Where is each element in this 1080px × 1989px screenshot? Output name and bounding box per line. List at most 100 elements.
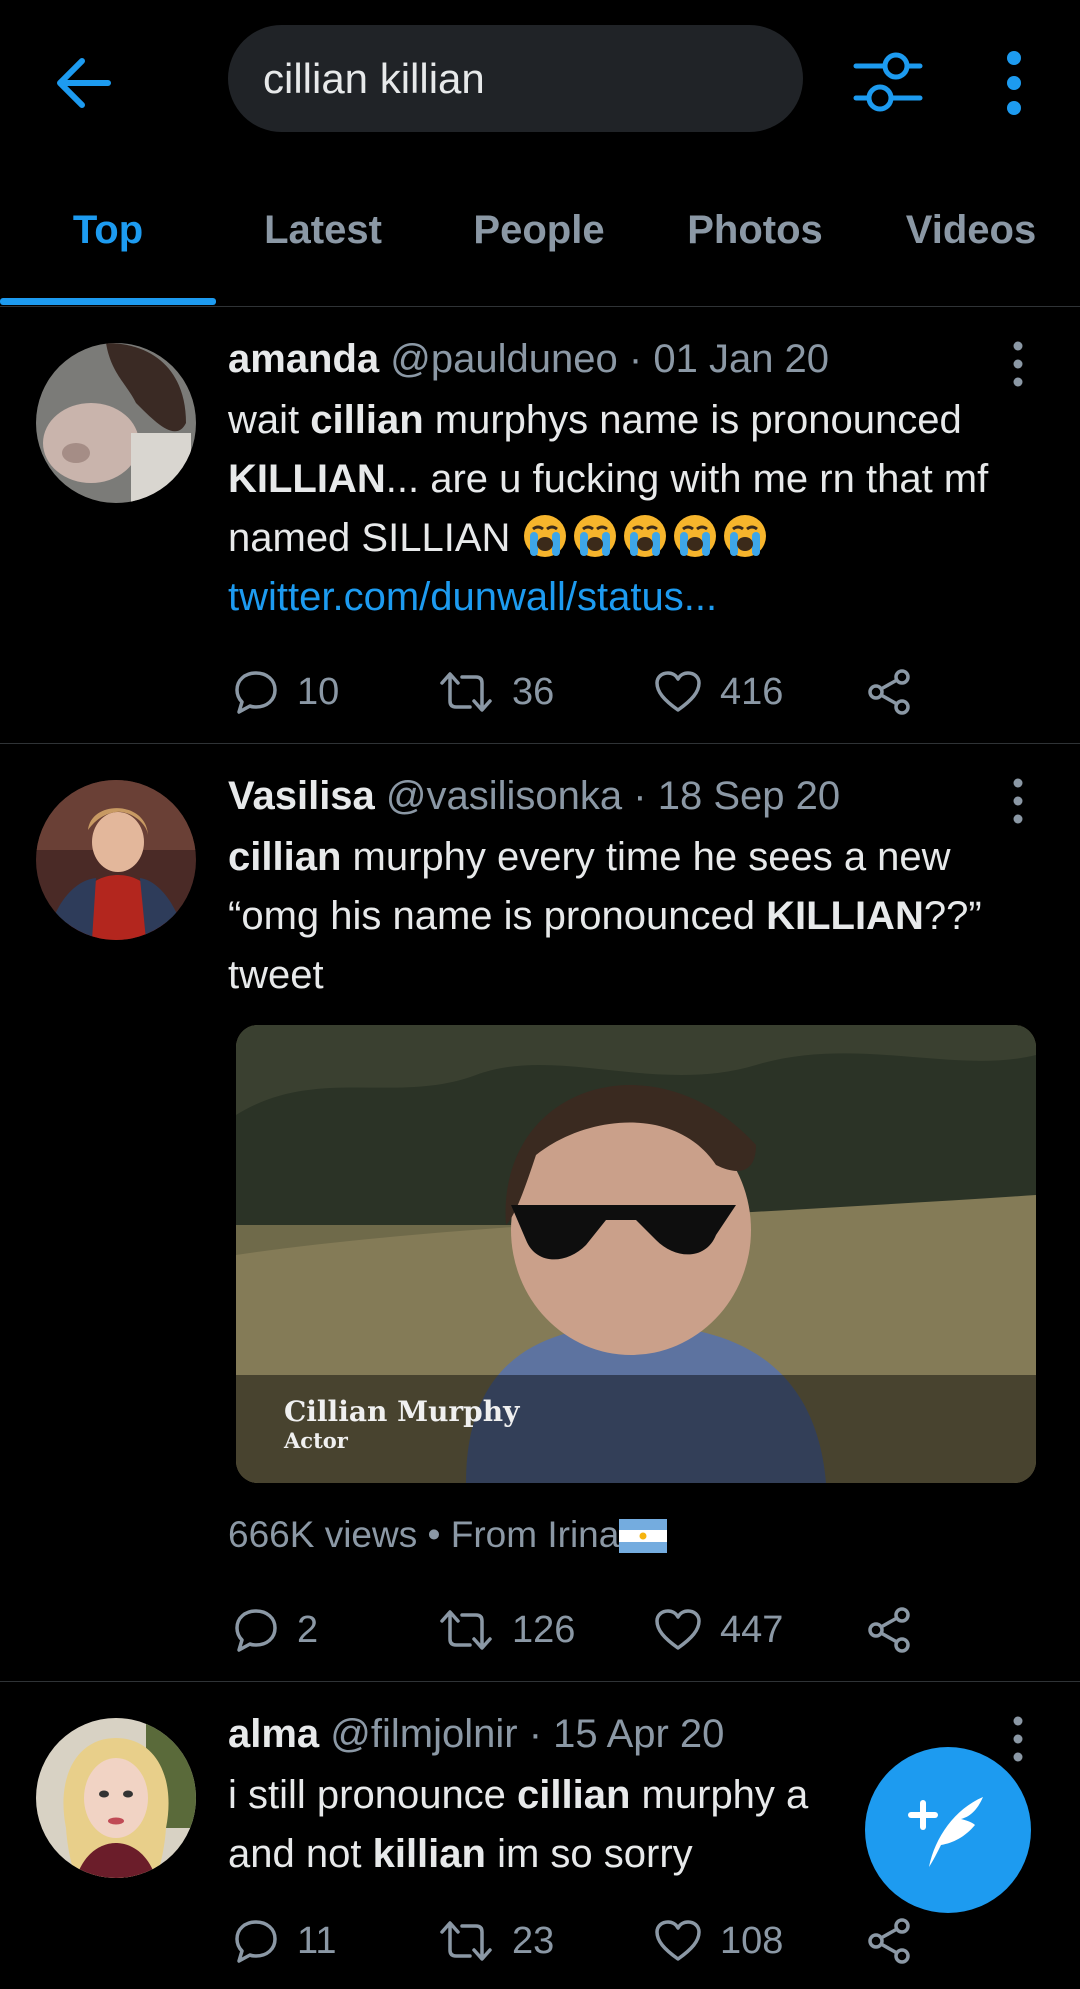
- text-segment: i still pronounce: [228, 1773, 518, 1817]
- tab-people[interactable]: People: [473, 208, 604, 253]
- reply-button[interactable]: 10: [233, 662, 339, 722]
- like-count: 416: [720, 670, 784, 713]
- reply-count: 10: [297, 670, 340, 713]
- tweet-actions: 2 126 447: [228, 1600, 948, 1660]
- tweet-actions: 10 36 416: [228, 662, 948, 722]
- tweet-text: wait cillian murphys name is pronounced …: [228, 391, 1048, 627]
- retweet-icon: [440, 672, 492, 712]
- retweet-button[interactable]: 36: [438, 662, 554, 722]
- author-handle[interactable]: @vasilisonka: [386, 774, 622, 818]
- tweet-menu-button[interactable]: [1010, 340, 1026, 388]
- loudly-crying-face-icon: [722, 513, 768, 559]
- share-button[interactable]: [866, 1911, 932, 1971]
- author-name[interactable]: amanda: [228, 337, 379, 381]
- tweet-text: cillian murphy every time he sees a new …: [228, 828, 1048, 1005]
- author-name[interactable]: Vasilisa: [228, 774, 375, 818]
- text-segment: murphy a: [630, 1773, 809, 1817]
- tweet-date: 18 Sep 20: [657, 774, 841, 818]
- search-filter-button[interactable]: [852, 50, 924, 114]
- author-name[interactable]: alma: [228, 1712, 319, 1756]
- text-segment: and not: [228, 1832, 373, 1876]
- text-segment: im so sorry: [485, 1832, 693, 1876]
- retweet-icon: [440, 1921, 492, 1961]
- reply-count: 11: [297, 1919, 337, 1962]
- share-icon: [868, 1918, 910, 1964]
- tweet-date: 15 Apr 20: [553, 1712, 725, 1756]
- like-button[interactable]: 416: [654, 662, 783, 722]
- tweet-text: i still pronounce cillian murphy a and n…: [228, 1766, 878, 1884]
- tweet-header: alma @filmjolnir · 15 Apr 20: [228, 1712, 724, 1757]
- view-count: 666K views: [228, 1514, 418, 1555]
- avatar[interactable]: [36, 780, 196, 940]
- tweet[interactable]: Vasilisa @vasilisonka · 18 Sep 20 cillia…: [0, 744, 1080, 1682]
- search-query: cillian killian: [263, 54, 485, 102]
- separator-dot: ·: [633, 774, 647, 818]
- separator-dot: •: [427, 1514, 441, 1555]
- loudly-crying-face-icon: [572, 513, 618, 559]
- author-handle[interactable]: @filmjolnir: [330, 1712, 517, 1756]
- more-vertical-icon: [1013, 341, 1023, 387]
- author-handle[interactable]: @paulduneo: [390, 337, 617, 381]
- reply-icon: [235, 671, 277, 714]
- like-count: 447: [720, 1608, 784, 1651]
- avatar[interactable]: [36, 1718, 196, 1878]
- reply-icon: [235, 1920, 277, 1963]
- caption-name: Cillian Murphy: [284, 1395, 520, 1428]
- video-source[interactable]: From Irina: [451, 1514, 620, 1555]
- separator-dot: ·: [528, 1712, 543, 1756]
- retweet-button[interactable]: 126: [438, 1600, 575, 1660]
- heart-icon: [655, 1609, 701, 1650]
- compose-feather-icon: [908, 1797, 983, 1867]
- back-button[interactable]: [50, 48, 120, 118]
- highlighted-term: KILLIAN: [766, 894, 924, 938]
- tweet[interactable]: amanda @paulduneo · 01 Jan 20 wait cilli…: [0, 307, 1080, 744]
- reply-count: 2: [297, 1608, 319, 1651]
- retweet-count: 36: [512, 670, 555, 713]
- caption-role: Actor: [284, 1428, 348, 1453]
- retweet-count: 126: [512, 1608, 576, 1651]
- more-options-button[interactable]: [996, 48, 1032, 120]
- reply-button[interactable]: 2: [233, 1600, 318, 1660]
- highlighted-term: killian: [372, 1832, 486, 1876]
- tab-top[interactable]: Top: [73, 208, 143, 253]
- like-button[interactable]: 447: [654, 1600, 783, 1660]
- reply-button[interactable]: 11: [233, 1911, 336, 1971]
- tweet-header: Vasilisa @vasilisonka · 18 Sep 20: [228, 774, 840, 819]
- separator-dot: ·: [628, 337, 643, 381]
- video-thumbnail[interactable]: Cillian Murphy Actor: [236, 1025, 1036, 1483]
- search-input[interactable]: cillian killian: [228, 25, 803, 132]
- more-vertical-icon: [1013, 778, 1023, 824]
- share-button[interactable]: [866, 1600, 932, 1660]
- tab-photos[interactable]: Photos: [687, 208, 823, 253]
- retweet-button[interactable]: 23: [438, 1911, 554, 1971]
- quoted-tweet-link[interactable]: twitter.com/dunwall/status...: [228, 575, 717, 619]
- video-meta: 666K views • From Irina: [228, 1514, 668, 1562]
- highlighted-term: KILLIAN: [228, 457, 386, 501]
- like-button[interactable]: 108: [654, 1911, 783, 1971]
- search-tabs: Top Latest People Photos Videos: [0, 180, 1080, 307]
- highlighted-term: cillian: [517, 1773, 631, 1817]
- tab-videos[interactable]: Videos: [906, 208, 1036, 253]
- text-segment: wait: [228, 398, 311, 442]
- tweet-menu-button[interactable]: [1010, 777, 1026, 825]
- avatar[interactable]: [36, 343, 196, 503]
- like-count: 108: [720, 1919, 784, 1962]
- highlighted-term: cillian: [310, 398, 424, 442]
- text-segment: murphys name is pronounced: [423, 398, 962, 442]
- compose-tweet-button[interactable]: [865, 1747, 1031, 1913]
- share-button[interactable]: [866, 662, 932, 722]
- active-tab-indicator: [0, 298, 216, 305]
- tweet-date: 01 Jan 20: [653, 337, 830, 381]
- arrow-left-icon: [57, 58, 111, 108]
- more-vertical-icon: [1007, 51, 1021, 115]
- tweet-actions: 11 23 108: [228, 1911, 948, 1971]
- tab-latest[interactable]: Latest: [264, 208, 382, 253]
- sliders-icon: [853, 52, 923, 112]
- heart-icon: [655, 671, 701, 712]
- share-icon: [868, 669, 910, 715]
- video-caption: Cillian Murphy Actor: [284, 1395, 519, 1453]
- loudly-crying-face-icon: [522, 513, 568, 559]
- highlighted-term: cillian: [228, 835, 342, 879]
- retweet-icon: [440, 1610, 492, 1650]
- loudly-crying-face-icon: [672, 513, 718, 559]
